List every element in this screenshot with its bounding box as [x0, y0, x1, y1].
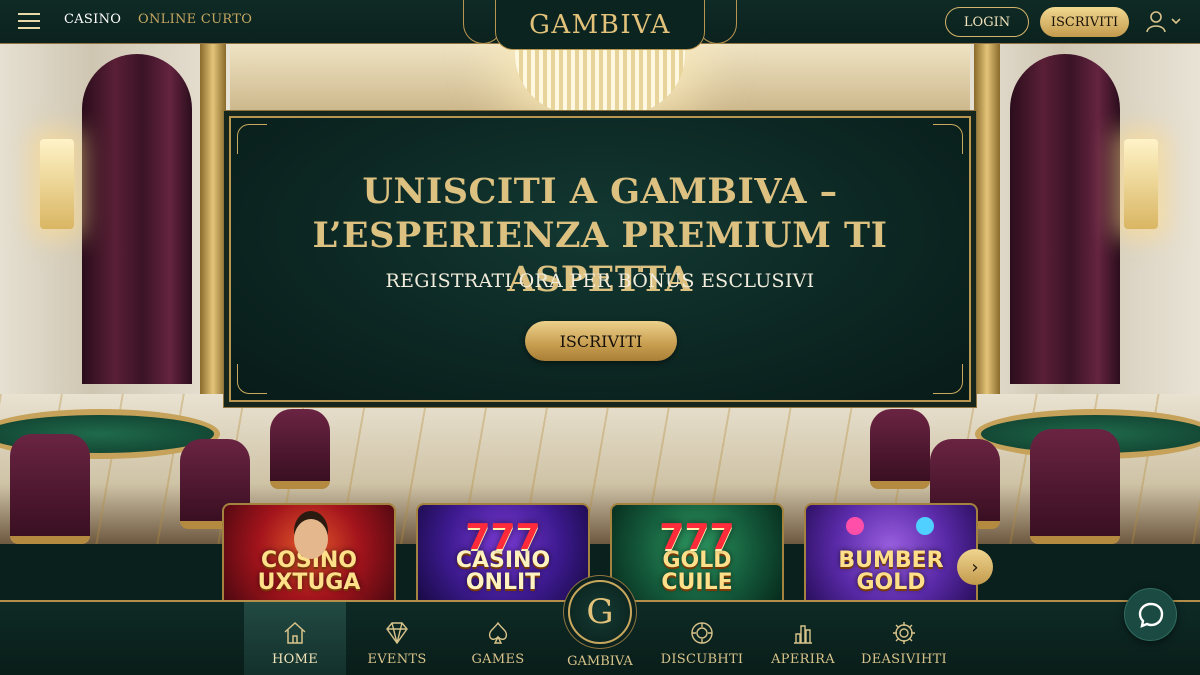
nav-link-casino[interactable]: CASINO [64, 12, 121, 27]
curtain [82, 54, 192, 384]
chair [1030, 429, 1120, 544]
bottom-nav-games[interactable]: GAMES [447, 602, 549, 675]
frame-corner [237, 124, 267, 154]
bottom-navigation: HOME EVENTS GAMES G GAMBIVA DISCUBHTI AP… [0, 580, 1200, 675]
chart-bars-icon [794, 625, 812, 644]
frame-corner [933, 364, 963, 394]
game-card[interactable]: COSINO UXTUGA [222, 503, 396, 600]
chair [870, 409, 930, 489]
wall-sconce [40, 139, 74, 229]
top-navigation-bar: CASINO ONLINE CURTO GAMBIVA LOGIN ISCRIV… [0, 0, 1200, 50]
dealer-image [294, 519, 328, 559]
chat-support-icon[interactable] [1124, 588, 1177, 641]
hero-subtitle: REGISTRATI ORA PER BONUS ESCLUSIVI [385, 270, 815, 292]
brand-logo[interactable]: GAMBIVA [495, 0, 705, 50]
hero-signup-button[interactable]: ISCRIVITI [525, 321, 677, 361]
game-title: BUMBER GOLD [838, 548, 944, 595]
nav-label-gambiva: GAMBIVA [567, 654, 633, 669]
chair [270, 409, 330, 489]
nav-label: HOME [272, 652, 318, 667]
bottom-nav-deasivihti[interactable]: DEASIVIHTI [853, 602, 955, 675]
menu-icon[interactable] [18, 13, 40, 29]
slot-777-image: 777 [465, 517, 541, 558]
home-icon [284, 621, 306, 644]
nav-label: GAMES [471, 652, 525, 667]
hero-banner: UNISCITI A GAMBIVA – L’ESPERIENZA PREMIU… [229, 116, 971, 402]
nav-label: EVENTS [367, 652, 427, 667]
bottom-nav-events[interactable]: EVENTS [346, 602, 448, 675]
gear-icon [893, 622, 915, 644]
curtain [1010, 54, 1120, 384]
bottom-nav-discubhti[interactable]: DISCUBHTI [651, 602, 753, 675]
chevron-right-icon[interactable]: › [957, 549, 993, 585]
game-card[interactable]: 777 CASINO ONLIT [416, 503, 590, 600]
login-button[interactable]: LOGIN [945, 7, 1029, 37]
game-card[interactable]: 777 GOLD CUILE [610, 503, 784, 600]
signup-button[interactable]: ISCRIVITI [1040, 7, 1129, 37]
game-card[interactable]: BUMBER GOLD [804, 503, 978, 600]
chip-icon [691, 622, 713, 644]
gambiva-medallion-button[interactable]: G [568, 580, 632, 644]
nav-link-online[interactable]: ONLINE CURTO [138, 12, 252, 27]
diamond-icon [386, 622, 408, 645]
wall-sconce [1124, 139, 1158, 229]
user-account-icon[interactable] [1146, 11, 1182, 33]
slot-777-image: 777 [659, 517, 735, 558]
bottom-nav-home[interactable]: HOME [244, 602, 346, 675]
bottom-nav-aperira[interactable]: APERIRA [752, 602, 854, 675]
frame-corner [237, 364, 267, 394]
frame-corner [933, 124, 963, 154]
nav-label: APERIRA [771, 652, 835, 667]
gem-image [916, 517, 934, 535]
spade-icon [488, 621, 508, 644]
gem-image [846, 517, 864, 535]
chair [10, 434, 90, 544]
logo-text: GAMBIVA [529, 9, 671, 40]
nav-label: DISCUBHTI [660, 652, 744, 667]
nav-label: DEASIVIHTI [860, 652, 947, 667]
